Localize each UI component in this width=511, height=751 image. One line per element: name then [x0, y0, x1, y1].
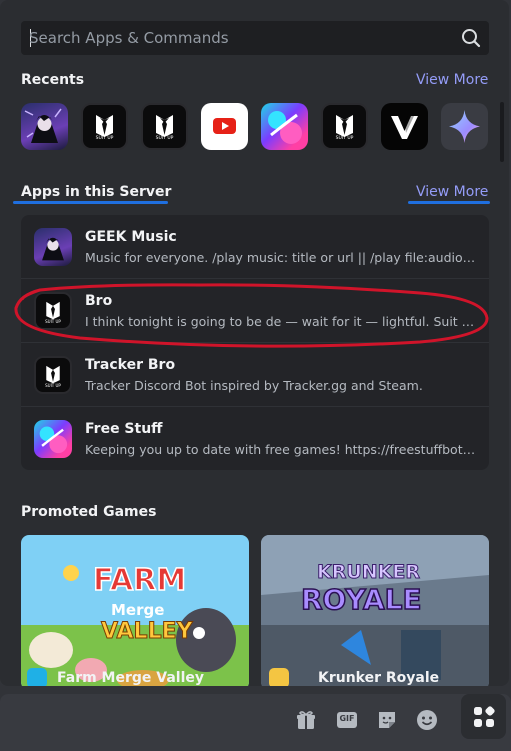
farm-merge-valley-icon	[27, 668, 47, 686]
tracker-bro-avatar: SUIT UP	[34, 356, 72, 394]
game-name: Farm Merge Valley	[57, 670, 205, 686]
free-stuff-icon	[39, 426, 68, 454]
geek-music-avatar	[34, 228, 72, 266]
app-row-geek-music[interactable]: GEEK Music Music for everyone. /play mus…	[21, 215, 489, 278]
recent-free-stuff[interactable]	[261, 103, 308, 150]
recent-star[interactable]	[441, 103, 488, 150]
game-art-title: KRUNKER	[316, 561, 421, 584]
game-art-subtitle: VALLEY	[101, 619, 194, 645]
recent-v[interactable]	[381, 103, 428, 150]
apps-icon	[472, 705, 496, 729]
apps-in-server-title: Apps in this Server	[21, 184, 172, 200]
blue-underline-annotation	[408, 201, 490, 204]
recents-title: Recents	[21, 72, 85, 88]
v-logo-icon	[391, 116, 418, 139]
app-row-tracker-bro[interactable]: SUIT UP Tracker Bro Tracker Discord Bot …	[21, 342, 489, 405]
recents-view-more-link[interactable]: View More	[416, 72, 488, 88]
suit-up-text: SUIT UP	[45, 319, 61, 324]
suit-up-text: SUIT UP	[45, 383, 61, 388]
suit-up-icon	[96, 115, 113, 137]
app-row-bro[interactable]: SUIT UP Bro I think tonight is going to …	[21, 278, 489, 341]
anime-avatar-icon	[24, 108, 62, 143]
app-description: Keeping you up to date with free games! …	[85, 442, 477, 457]
app-description: I think tonight is going to be de — wait…	[85, 314, 477, 329]
suit-up-icon	[336, 115, 353, 137]
apps-view-more-link[interactable]: View More	[416, 184, 488, 200]
game-art-subtitle: ROYALE	[300, 582, 422, 617]
game-art-subtitle: Merge	[111, 601, 165, 619]
app-name: Tracker Bro	[85, 357, 176, 373]
star-icon	[449, 110, 480, 143]
free-stuff-avatar	[34, 420, 72, 458]
search-input[interactable]	[29, 28, 449, 48]
suit-up-text: SUIT UP	[335, 136, 354, 141]
app-description: Music for everyone. /play music: title o…	[85, 250, 477, 265]
app-name: GEEK Music	[85, 229, 177, 245]
recent-tracker-bro[interactable]: SUIT UP	[141, 103, 188, 150]
gif-icon[interactable]: GIF	[336, 709, 358, 731]
search-icon[interactable]	[461, 28, 481, 48]
gift-icon[interactable]	[295, 709, 317, 731]
app-name: Free Stuff	[85, 421, 163, 437]
game-art-title: FARM	[92, 562, 187, 599]
apps-list: GEEK Music Music for everyone. /play mus…	[21, 215, 489, 470]
bro-avatar: SUIT UP	[34, 292, 72, 330]
recent-youtube[interactable]	[201, 103, 248, 150]
suit-up-icon	[156, 115, 173, 137]
promoted-games-title: Promoted Games	[21, 504, 157, 520]
emoji-icon[interactable]	[416, 709, 438, 731]
app-launcher-popout: Recents View More SUIT UP SUIT UP SUIT U…	[0, 0, 509, 686]
blue-underline-annotation	[13, 201, 168, 204]
sticker-icon[interactable]	[376, 709, 398, 731]
anime-avatar-icon	[42, 237, 64, 261]
suit-up-text: SUIT UP	[155, 136, 174, 141]
search-box[interactable]	[21, 21, 489, 55]
recent-geek-music[interactable]	[21, 103, 68, 150]
suit-up-text: SUIT UP	[95, 136, 114, 141]
gif-label: GIF	[339, 714, 355, 723]
recents-list: SUIT UP SUIT UP SUIT UP	[21, 103, 488, 150]
recent-bro-2[interactable]: SUIT UP	[321, 103, 368, 150]
app-description: Tracker Discord Bot inspired by Tracker.…	[85, 378, 423, 393]
game-name: Krunker Royale	[318, 670, 440, 686]
app-row-free-stuff[interactable]: Free Stuff Keeping you up to date with f…	[21, 406, 489, 469]
krunker-royale-icon	[269, 668, 289, 686]
free-stuff-icon	[268, 111, 302, 144]
youtube-icon	[213, 118, 236, 134]
game-card-krunker-royale[interactable]: KRUNKER ROYALE Krunker Royale	[261, 535, 489, 686]
app-name: Bro	[85, 293, 113, 309]
scrollbar[interactable]	[500, 102, 504, 162]
recent-bro[interactable]: SUIT UP	[81, 103, 128, 150]
apps-launcher-button[interactable]	[461, 694, 506, 739]
game-card-farm-merge-valley[interactable]: FARM Merge VALLEY Farm Merge Valley	[21, 535, 249, 686]
